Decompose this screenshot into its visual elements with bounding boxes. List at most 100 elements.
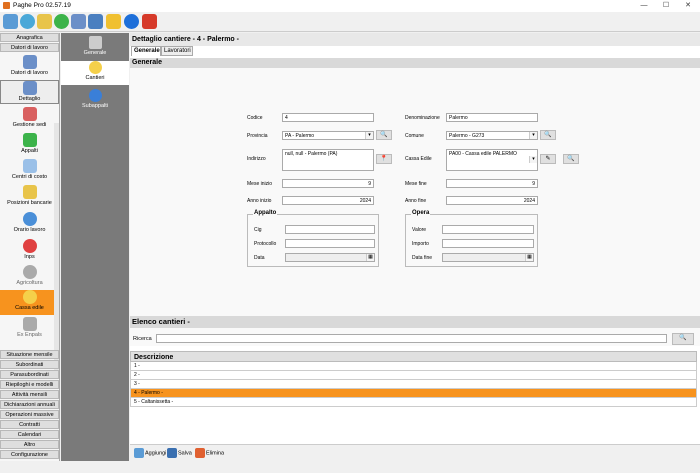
- building-icon: [22, 81, 37, 95]
- cig-field[interactable]: [285, 225, 375, 234]
- protocollo-field[interactable]: [285, 239, 375, 248]
- mese-fine-label: Mese fine: [405, 181, 427, 187]
- bank-icon: [22, 185, 37, 199]
- nav-header-configurazione[interactable]: Configurazione: [0, 450, 59, 459]
- list-item-selected[interactable]: 4 - Palermo -: [130, 389, 697, 398]
- salva-button[interactable]: Salva: [167, 448, 192, 458]
- data-label: Data: [254, 255, 265, 261]
- importo-label: Importo: [412, 241, 429, 247]
- delete-icon: [195, 448, 205, 458]
- provincia-label: Provincia: [247, 133, 268, 139]
- sidebar-item-appalti[interactable]: Appalti: [0, 133, 59, 157]
- nav-header-dichiarazioni[interactable]: Dichiarazioni annuali: [0, 400, 59, 409]
- chevron-down-icon[interactable]: ▾: [365, 132, 373, 139]
- sidebar-item-sedi[interactable]: Gestione sedi: [0, 107, 59, 131]
- nav-header-attivita[interactable]: Attività mensili: [0, 390, 59, 399]
- calendar-icon[interactable]: ▦: [366, 254, 374, 261]
- data-fine-date-picker[interactable]: ▦: [442, 253, 534, 262]
- anno-inizio-field[interactable]: 2024: [282, 196, 374, 205]
- worker-icon: [22, 290, 37, 304]
- maximize-button[interactable]: ☐: [658, 1, 674, 11]
- sidebar-item-inps[interactable]: Inps: [0, 239, 59, 263]
- mese-fine-field[interactable]: 9: [446, 179, 538, 188]
- comune-search-button[interactable]: 🔍: [540, 130, 556, 140]
- cassa-edit-button[interactable]: ✎: [540, 154, 556, 164]
- nav-header-situazione[interactable]: Situazione mensile: [0, 350, 59, 359]
- calendar-icon[interactable]: ▦: [525, 254, 533, 261]
- mese-inizio-field[interactable]: 9: [282, 179, 374, 188]
- nav-header-anagrafica[interactable]: Anagrafica: [0, 33, 59, 42]
- codice-field[interactable]: 4: [282, 113, 374, 122]
- tab-generale[interactable]: Generale: [131, 46, 161, 56]
- anno-fine-field[interactable]: 2024: [446, 196, 538, 205]
- sidebar-item-enpals[interactable]: Ex Enpals: [0, 317, 59, 341]
- nav-header-datori[interactable]: Datori di lavoro: [0, 43, 59, 52]
- aggiungi-button[interactable]: Aggiungi: [134, 448, 166, 458]
- comune-select[interactable]: Palermo - G273 ▾: [446, 131, 538, 140]
- mask-icon: [22, 317, 37, 331]
- nav-header-subordinati[interactable]: Subordinati: [0, 360, 59, 369]
- cassa-search-button[interactable]: 🔍: [563, 154, 579, 164]
- subnav-subappalti[interactable]: Subappalti: [61, 89, 129, 111]
- window-title: Paghe Pro 02.57.19: [13, 2, 71, 9]
- sidebar-item-agricoltura[interactable]: Agricoltura: [0, 265, 59, 289]
- chevron-down-icon[interactable]: ▾: [529, 132, 537, 139]
- minimize-button[interactable]: —: [636, 1, 652, 11]
- globe-icon: [88, 89, 102, 102]
- list-item[interactable]: 1 -: [130, 362, 697, 371]
- tab-lavoratori[interactable]: Lavoratori: [161, 46, 193, 56]
- importo-field[interactable]: [442, 239, 534, 248]
- valore-label: Valore: [412, 227, 427, 233]
- subnav-cantieri[interactable]: Cantieri: [61, 61, 129, 85]
- close-button[interactable]: ✕: [680, 1, 696, 11]
- sidebar-item-banche[interactable]: Posizioni bancarie: [0, 185, 59, 209]
- sidebar-scrollbar[interactable]: [54, 123, 59, 378]
- provincia-select[interactable]: PA - Palermo ▾: [282, 131, 374, 140]
- main-toolbar: [0, 12, 700, 32]
- search-button[interactable]: 🔍: [672, 333, 694, 345]
- provincia-search-button[interactable]: 🔍: [376, 130, 392, 140]
- building-icon: [22, 55, 37, 69]
- main-panel: Dettaglio cantiere - 4 - Palermo - Gener…: [130, 33, 700, 461]
- folder-icon[interactable]: [106, 14, 121, 29]
- exit-icon[interactable]: [142, 14, 157, 29]
- nav-header-operazioni[interactable]: Operazioni massive: [0, 410, 59, 419]
- valore-field[interactable]: [442, 225, 534, 234]
- network-icon[interactable]: [71, 14, 86, 29]
- nav-header-riepiloghi[interactable]: Riepiloghi e modelli: [0, 380, 59, 389]
- indirizzo-label: Indirizzo: [247, 156, 266, 162]
- info-icon[interactable]: [124, 14, 139, 29]
- data-date-picker[interactable]: ▦: [285, 253, 375, 262]
- list-item[interactable]: 2 -: [130, 371, 697, 380]
- sidebar-item-datori[interactable]: Datori di lavoro: [0, 55, 59, 77]
- sidebar-item-dettaglio[interactable]: Dettaglio: [0, 80, 59, 104]
- sidebar-item-cassa-edile[interactable]: Cassa edile: [0, 290, 59, 315]
- home-icon[interactable]: [3, 14, 18, 29]
- list-item[interactable]: 5 - Caltanissetta -: [130, 398, 697, 407]
- comune-label: Comune: [405, 133, 424, 139]
- nav-header-calendari[interactable]: Calendari: [0, 430, 59, 439]
- elimina-button[interactable]: Elimina: [195, 448, 224, 458]
- sync-icon[interactable]: [20, 14, 35, 29]
- cassa-edile-label: Cassa Edile: [405, 156, 432, 162]
- ricerca-input[interactable]: [156, 334, 667, 343]
- anno-inizio-label: Anno inizio: [247, 198, 272, 204]
- sidebar-item-centri[interactable]: Centri di costo: [0, 159, 59, 183]
- map-pin-button[interactable]: 📍: [376, 154, 392, 164]
- subnav-generale[interactable]: Generale: [61, 36, 129, 58]
- wizard-icon[interactable]: [37, 14, 52, 29]
- title-bar: Paghe Pro 02.57.19 — ☐ ✕: [0, 0, 700, 12]
- link-icon[interactable]: [88, 14, 103, 29]
- appalto-group: Appalto Cig Protocollo Data ▦: [247, 210, 379, 267]
- denominazione-field[interactable]: Palermo: [446, 113, 538, 122]
- sidebar-item-orario[interactable]: Orario lavoro: [0, 212, 59, 236]
- nav-header-altro[interactable]: Altro: [0, 440, 59, 449]
- refresh-icon[interactable]: [54, 14, 69, 29]
- chevron-down-icon[interactable]: ▾: [529, 156, 537, 163]
- list-item[interactable]: 3 -: [130, 380, 697, 389]
- nav-header-parasubordinati[interactable]: Parasubordinati: [0, 370, 59, 379]
- nav-header-contratti[interactable]: Contratti: [0, 420, 59, 429]
- action-bar: Aggiungi Salva Elimina: [130, 444, 700, 461]
- cassa-edile-select[interactable]: PA00 - Cassa edile PALERMO ▾: [446, 149, 538, 171]
- indirizzo-field[interactable]: null, null - Palermo (PA): [282, 149, 374, 171]
